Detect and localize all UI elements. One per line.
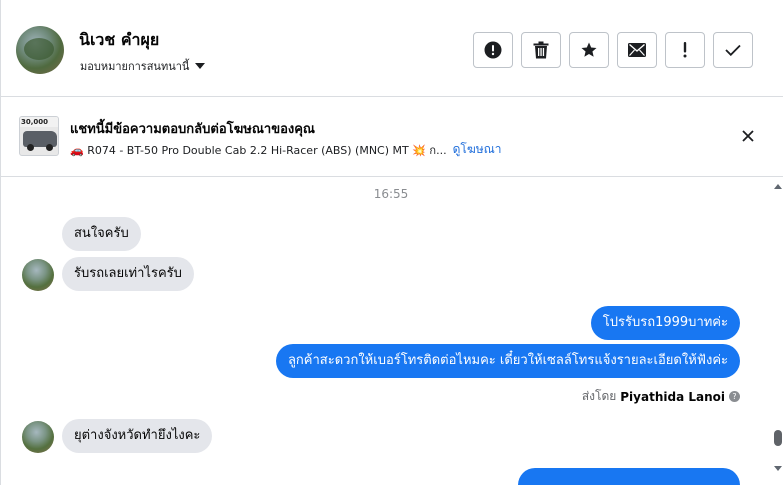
ad-banner-title: แชทนี้มีข้อความตอบกลับต่อโฆษณาของคุณ [70, 122, 315, 137]
ad-thumbnail[interactable]: 30,000 [19, 116, 59, 156]
ad-thumbnail-price: 30,000 [20, 117, 58, 127]
mark-spam-button[interactable] [473, 32, 513, 68]
trash-icon [533, 41, 549, 59]
info-icon[interactable]: ? [729, 391, 740, 402]
assign-label: มอบหมายการสนทนานี้ [80, 60, 190, 73]
exclamation-icon [683, 42, 687, 58]
message-thread[interactable]: 16:55 สนใจครับ รับรถเลยเท่าไรครับ โปรรับ… [1, 178, 771, 485]
sent-by-label: ส่งโดย Piyathida Lanoi ? [582, 387, 740, 406]
star-button[interactable] [569, 32, 609, 68]
inbox-conversation-panel: นิเวช คำผุย มอบหมายการสนทนานี้ 30,000 แช… [0, 0, 783, 485]
car-wheel [46, 144, 53, 151]
message-timestamp: 16:55 [373, 187, 409, 201]
contact-avatar[interactable] [16, 26, 64, 74]
mark-unread-button[interactable] [617, 32, 657, 68]
sender-avatar[interactable] [22, 421, 54, 453]
message-bubble-outgoing[interactable] [518, 468, 740, 485]
mark-done-button[interactable] [713, 32, 753, 68]
scrollbar-thumb[interactable] [774, 430, 782, 446]
star-icon [581, 42, 597, 57]
view-ad-link[interactable]: ดูโฆษณา [453, 140, 502, 159]
contact-name[interactable]: นิเวช คำผุย [79, 28, 159, 53]
message-bubble-incoming[interactable]: รับรถเลยเท่าไรครับ [62, 257, 194, 291]
sent-by-name: Piyathida Lanoi [620, 389, 725, 404]
alert-circle-icon [484, 41, 502, 59]
assign-conversation-dropdown[interactable]: มอบหมายการสนทนานี้ [80, 57, 206, 75]
check-icon [725, 44, 741, 56]
caret-down-icon [195, 63, 206, 69]
scroll-up-arrow-icon[interactable] [774, 184, 782, 189]
close-icon [742, 130, 754, 142]
car-wheel [27, 144, 34, 151]
follow-up-button[interactable] [665, 32, 705, 68]
conversation-header: นิเวช คำผุย มอบหมายการสนทนานี้ [1, 0, 783, 97]
sender-avatar[interactable] [22, 259, 54, 291]
message-bubble-outgoing[interactable]: โปรรับรถ1999บาทค่ะ [590, 306, 740, 340]
message-bubble-incoming[interactable]: สนใจครับ [62, 217, 141, 251]
envelope-icon [628, 43, 646, 57]
ad-text: 🚗 R074 - BT-50 Pro Double Cab 2.2 Hi-Rac… [70, 143, 447, 157]
ad-reply-banner: 30,000 แชทนี้มีข้อความตอบกลับต่อโฆษณาของ… [1, 98, 783, 177]
sent-by-prefix: ส่งโดย [581, 389, 617, 403]
ad-banner-subtitle: 🚗 R074 - BT-50 Pro Double Cab 2.2 Hi-Rac… [70, 140, 502, 159]
delete-button[interactable] [521, 32, 561, 68]
message-bubble-incoming[interactable]: ยุต่างจังหวัดทำยึงไงคะ [62, 419, 213, 453]
message-bubble-outgoing[interactable]: ลูกค้าสะดวกให้เบอร์โทรติดต่อไหมคะ เดี๋ยว… [275, 344, 740, 378]
close-banner-button[interactable] [738, 126, 758, 146]
conversation-actions [473, 32, 753, 68]
scroll-down-arrow-icon[interactable] [774, 466, 782, 471]
thread-scrollbar[interactable] [771, 178, 783, 485]
